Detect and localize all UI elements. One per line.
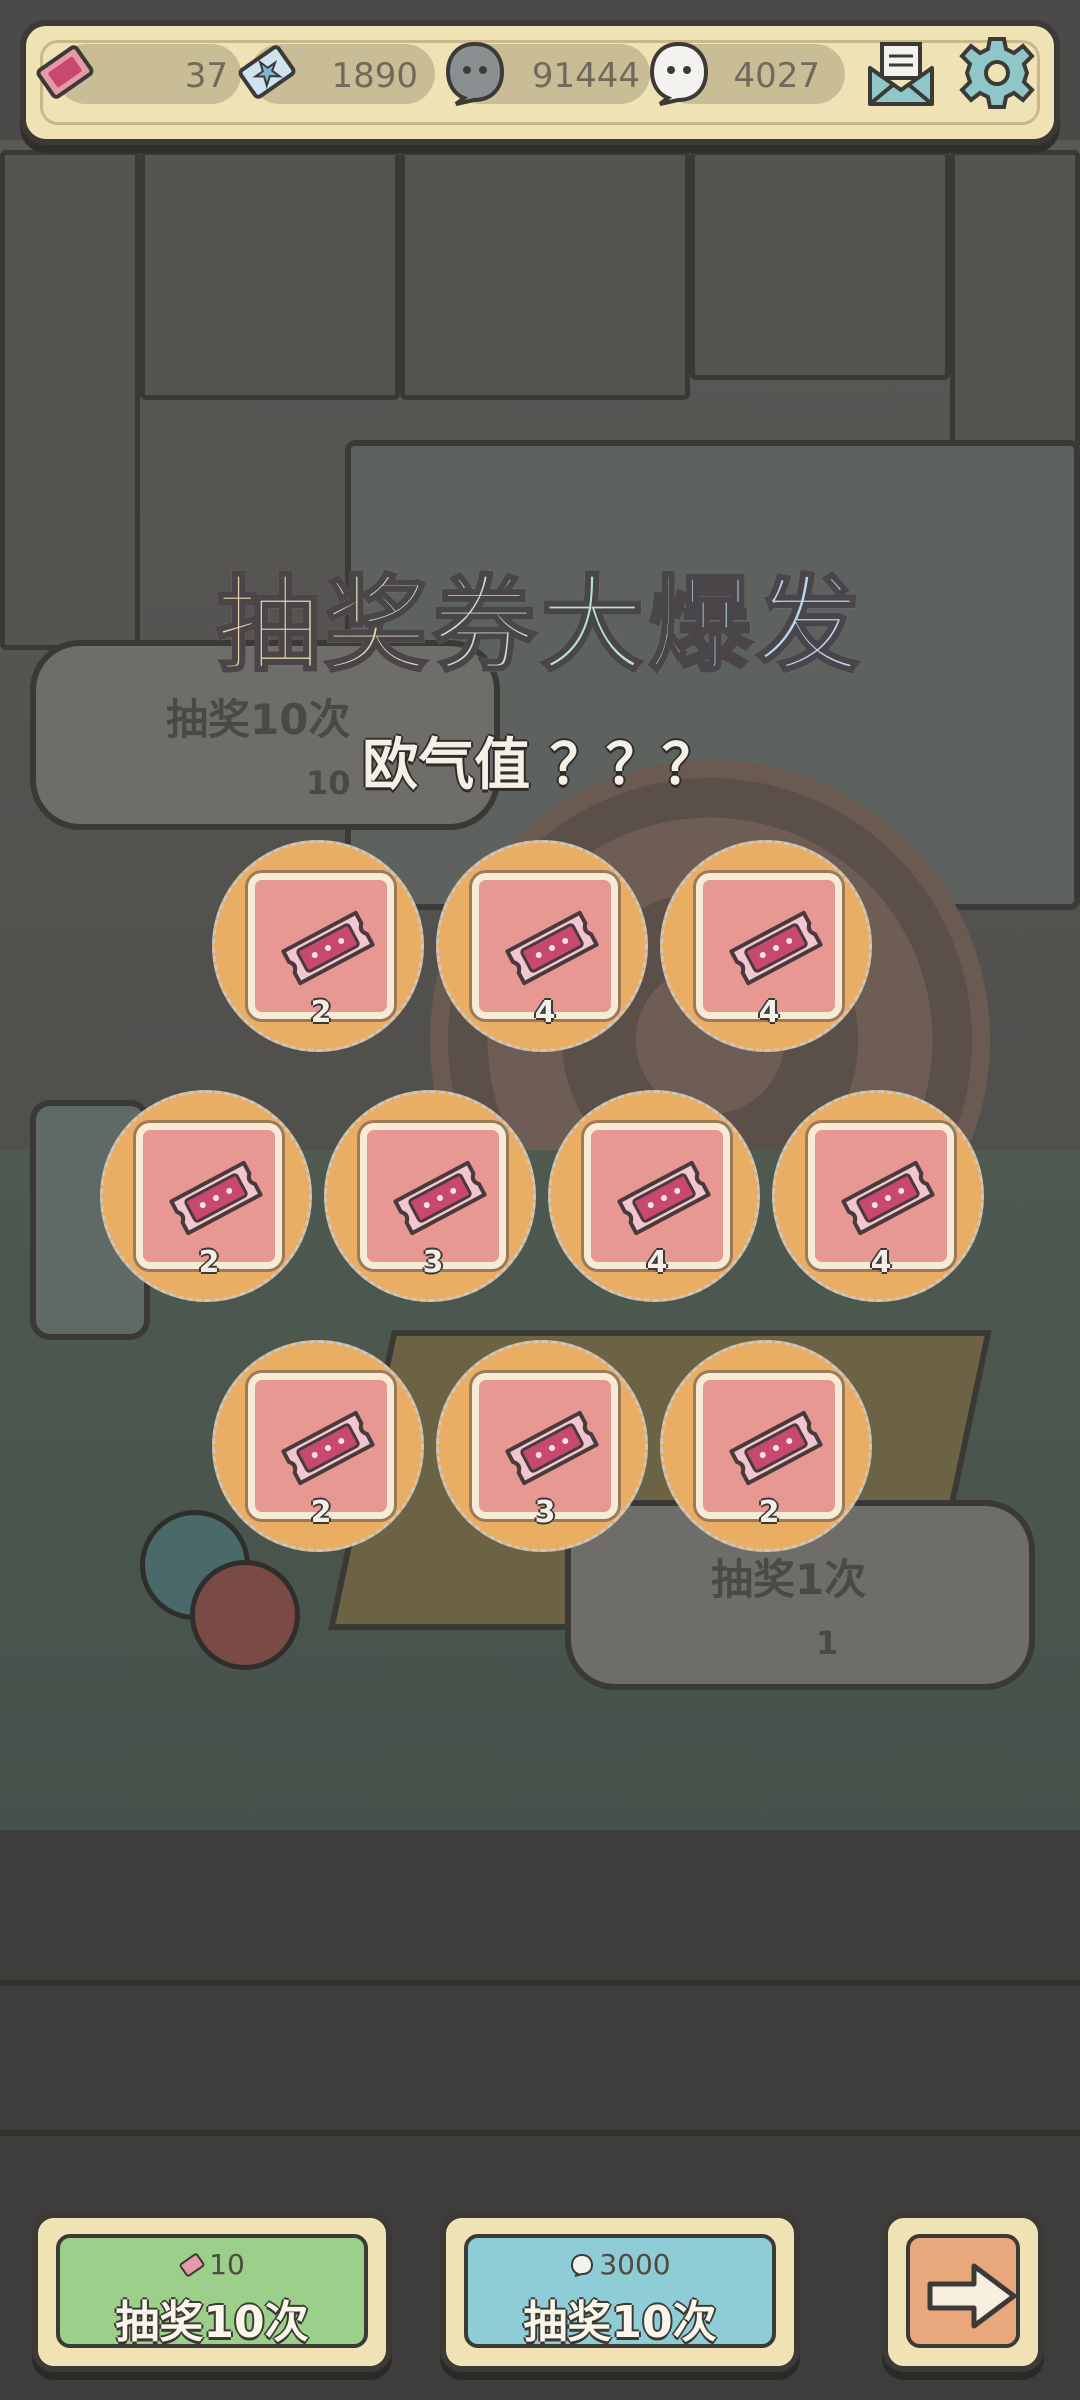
prize-count: 4: [758, 995, 780, 1030]
draw-10-ghost-button[interactable]: 3000 抽奖10次: [440, 2212, 800, 2372]
bg-draw-1-cost: 1: [816, 1624, 839, 1662]
wall-plank: [690, 150, 950, 380]
dark-ghost-icon: [445, 41, 505, 106]
next-button-face[interactable]: [906, 2234, 1020, 2348]
star-ticket-icon: [238, 45, 296, 99]
ticket-icon: [841, 1160, 935, 1236]
wall-plank: [400, 150, 690, 400]
ticket-icon: [617, 1160, 711, 1236]
gear-icon[interactable]: [958, 34, 1036, 112]
prize-count: 2: [310, 1495, 332, 1530]
prize-count: 2: [198, 1245, 220, 1280]
arrow-right-icon: [927, 2263, 1017, 2329]
next-button[interactable]: [882, 2212, 1044, 2372]
ticket-icon: [729, 910, 823, 986]
prize-count: 4: [646, 1245, 668, 1280]
prize-item: 3: [324, 1090, 536, 1302]
prize-item: 2: [100, 1090, 312, 1302]
floor-line: [0, 1980, 1080, 1986]
ticket-icon: [393, 1160, 487, 1236]
prize-item: 3: [436, 1340, 648, 1552]
prize-count: 3: [422, 1245, 444, 1280]
wall-plank: [950, 150, 1080, 450]
ticket-icon: [36, 45, 94, 99]
prize-item: 4: [548, 1090, 760, 1302]
luck-value-label: 欧气值 ？？？: [362, 733, 718, 798]
draw-10-ghost-face[interactable]: 3000 抽奖10次: [464, 2234, 776, 2348]
ticket-icon: [505, 910, 599, 986]
draw-10-ticket-button[interactable]: 10 抽奖10次: [32, 2212, 392, 2372]
resource-value-white-ghost: 4027: [733, 56, 820, 96]
prize-count: 3: [534, 1495, 556, 1530]
resource-value-ticket: 37: [184, 56, 228, 96]
prize-item: 4: [772, 1090, 984, 1302]
draw-10-ghost-label: 抽奖10次: [523, 2297, 717, 2348]
white-ghost-icon: [571, 2253, 594, 2277]
prize-item: 4: [436, 840, 648, 1052]
resource-value-dark-ghost: 91444: [531, 56, 640, 96]
prize-item: 4: [660, 840, 872, 1052]
draw-10-ghost-cost-value: 3000: [599, 2248, 671, 2281]
prize-count: 4: [534, 995, 556, 1030]
prize-item: 2: [212, 840, 424, 1052]
prize-count: 2: [310, 995, 332, 1030]
draw-10-ticket-cost: 10: [60, 2248, 364, 2281]
draw-10-ticket-face[interactable]: 10 抽奖10次: [56, 2234, 368, 2348]
floor-line: [0, 2130, 1080, 2136]
prize-item: 2: [212, 1340, 424, 1552]
prize-count: 4: [870, 1245, 892, 1280]
ticket-icon: [169, 1160, 263, 1236]
draw-10-ticket-label: 抽奖10次: [115, 2297, 309, 2348]
ticket-icon: [281, 1410, 375, 1486]
ticket-icon: [505, 1410, 599, 1486]
resource-value-star-ticket: 1890: [331, 56, 418, 96]
ticket-icon: [281, 910, 375, 986]
prize-item: 2: [660, 1340, 872, 1552]
prize-count: 2: [758, 1495, 780, 1530]
draw-10-ticket-cost-value: 10: [209, 2248, 245, 2281]
ticket-icon: [179, 2253, 205, 2277]
popup-title: 抽奖券大爆发: [0, 540, 1080, 691]
wall-plank: [140, 150, 400, 400]
draw-10-ghost-cost: 3000: [468, 2248, 772, 2281]
bg-draw-1-label: 抽奖1次: [711, 1555, 867, 1604]
mail-icon[interactable]: [862, 34, 940, 112]
ball-red: [190, 1560, 300, 1670]
ticket-icon: [729, 1410, 823, 1486]
